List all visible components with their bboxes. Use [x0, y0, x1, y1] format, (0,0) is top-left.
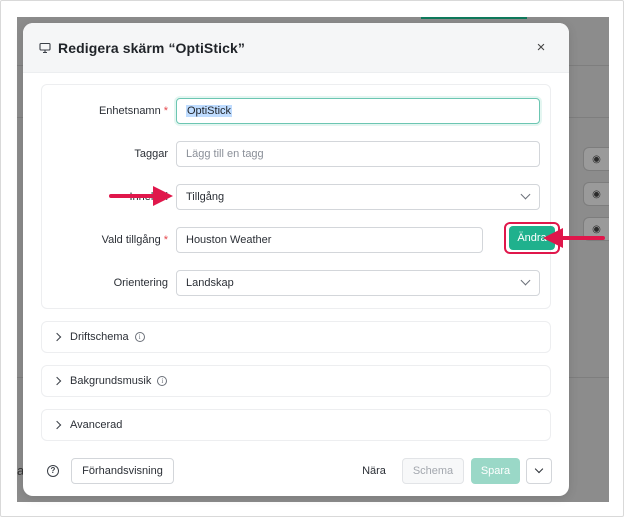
orientation-label: Orientering [113, 277, 168, 289]
tags-label: Taggar [134, 148, 168, 160]
chevron-down-icon [520, 275, 531, 286]
selected-asset-row: Vald tillgång * Houston Weather Ändra [42, 222, 560, 254]
section-label: Driftschema [70, 331, 129, 343]
device-name-row: Enhetsnamn * OptiStick [42, 98, 552, 124]
chevron-right-icon [52, 376, 62, 386]
info-icon: i [157, 376, 168, 386]
screenshot-frame: ◉ ◉ ◉ a Redigera skärm “OptiStick” × Enh… [0, 0, 624, 517]
content-select[interactable]: Tillgång [176, 184, 540, 210]
close-icon[interactable]: × [533, 40, 549, 56]
chevron-down-icon [520, 189, 531, 200]
background-green-button-edge [421, 17, 527, 19]
orientation-select-value: Landskap [186, 277, 234, 289]
required-marker: * [163, 234, 168, 246]
selected-asset-label: Vald tillgång * [101, 234, 168, 246]
section-background-music[interactable]: Bakgrundsmusik i [41, 365, 551, 397]
schedule-button[interactable]: Schema [402, 458, 464, 484]
monitor-icon [39, 42, 51, 54]
orientation-select[interactable]: Landskap [176, 270, 540, 296]
save-button[interactable]: Spara [471, 458, 520, 484]
dialog-title: Redigera skärm “OptiStick” [58, 39, 245, 56]
selected-asset-field[interactable]: Houston Weather [176, 227, 483, 253]
close-button[interactable]: Nära [353, 458, 395, 484]
section-advanced[interactable]: Avancerad [41, 409, 551, 441]
arrow-annotation-content [109, 186, 173, 206]
content-select-value: Tillgång [186, 191, 225, 203]
orientation-row: Orientering Landskap [42, 270, 552, 296]
tags-row: Taggar [42, 141, 552, 167]
help-icon[interactable]: ? [47, 465, 59, 477]
preview-button[interactable]: Förhandsvisning [71, 458, 174, 484]
section-label: Bakgrundsmusik [70, 375, 152, 387]
dialog-header: Redigera skärm “OptiStick” [23, 23, 569, 73]
background-eye-icon: ◉ [583, 182, 609, 206]
arrow-annotation-change-button [543, 228, 605, 248]
section-operating-schedule[interactable]: Driftschema i [41, 321, 551, 353]
chevron-right-icon [52, 332, 62, 342]
edit-screen-dialog: Redigera skärm “OptiStick” × Enhetsnamn *… [23, 23, 569, 496]
selected-text: OptiStick [186, 105, 233, 117]
save-options-button[interactable] [526, 458, 552, 484]
info-icon: i [134, 332, 145, 342]
device-name-label: Enhetsnamn * [98, 105, 168, 117]
device-name-input[interactable]: OptiStick [176, 98, 540, 124]
section-label: Avancerad [70, 419, 123, 431]
background-eye-icon: ◉ [583, 147, 609, 171]
chevron-down-icon [534, 464, 544, 474]
tags-input[interactable] [176, 141, 540, 167]
dialog-footer: ? Förhandsvisning Nära Schema Spara [23, 456, 569, 486]
chevron-right-icon [52, 420, 62, 430]
required-marker: * [163, 105, 168, 117]
